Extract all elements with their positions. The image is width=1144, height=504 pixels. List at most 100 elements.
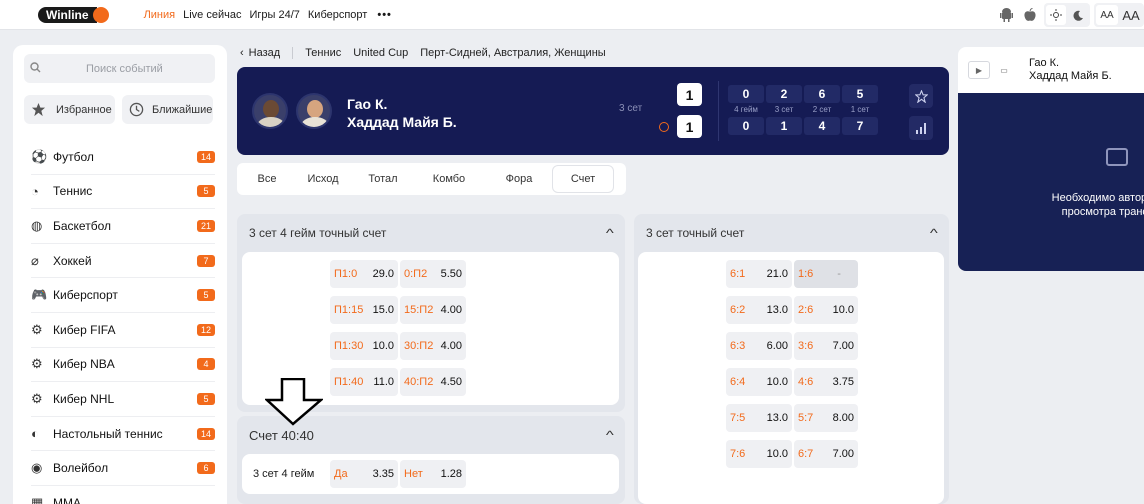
odd-button[interactable]: 2:6 10.0 — [794, 296, 858, 324]
market-title: 3 сет точный счет — [646, 226, 745, 240]
odd-label: 4:6 — [798, 376, 814, 388]
sport-item-table-tennis[interactable]: ◐ Настольный теннис 14 — [31, 417, 215, 452]
score-label-game: 4 гейм — [734, 105, 758, 114]
odd-button[interactable]: 5:7 8.00 — [794, 404, 858, 432]
sport-item-basketball[interactable]: ◍ Баскетбол 21 — [31, 209, 215, 244]
search-placeholder: Поиск событий — [86, 62, 163, 75]
tab-total[interactable]: Тотал — [353, 166, 413, 192]
favorite-star-icon[interactable] — [909, 84, 933, 108]
odd-value: 8.00 — [832, 412, 854, 424]
sport-name: Настольный теннис — [53, 426, 163, 441]
match-header: Гао К. Хаддад Майя Б. 3 сет 1 1 0 2 6 5 … — [237, 67, 949, 155]
divider — [292, 47, 294, 59]
odd-button[interactable]: П1:0 29.0 — [330, 260, 398, 288]
odd-button[interactable]: 6:7 7.00 — [794, 440, 858, 468]
nav-line[interactable]: Линия — [144, 9, 176, 21]
odd-value: 10.0 — [766, 376, 788, 388]
yes-odd-button[interactable]: Да 3.35 — [330, 460, 398, 488]
sport-name: Кибер NHL — [53, 391, 115, 406]
tab-score[interactable]: Счет — [553, 166, 613, 192]
light-theme-icon[interactable] — [1046, 5, 1066, 25]
odd-button[interactable]: П1:40 11.0 — [330, 368, 398, 396]
odd-button[interactable]: 6:1 21.0 — [726, 260, 792, 288]
odd-button[interactable]: 30:П2 4.00 — [400, 332, 466, 360]
scoreboard-icon[interactable]: ▭ — [993, 61, 1015, 79]
serving-ball-icon — [659, 122, 669, 132]
score-label-set3: 3 сет — [774, 105, 794, 114]
tab-handicap[interactable]: Фора — [485, 166, 553, 192]
sport-item-mma[interactable]: ▦ ММА — [31, 486, 215, 504]
auth-required-message: Необходимо авторизо просмотра трансл — [1051, 192, 1144, 218]
cyber-fifa-icon: ⚙ — [31, 321, 43, 337]
sport-item-football[interactable]: ⚽ Футбол 14 — [31, 140, 215, 175]
odd-button[interactable]: 3:6 7.00 — [794, 332, 858, 360]
market-header[interactable]: 3 сет 4 гейм точный счет ^ — [237, 214, 625, 252]
odd-label: Нет — [404, 468, 423, 480]
winline-logo[interactable]: Winline — [38, 6, 109, 23]
video-icon[interactable]: ▶ — [968, 61, 990, 79]
odd-button[interactable]: 4:6 3.75 — [794, 368, 858, 396]
search-input[interactable]: Поиск событий — [24, 54, 215, 83]
chevron-left-icon: ‹ — [240, 47, 244, 59]
breadcrumb-tournament[interactable]: United Cup — [353, 47, 408, 59]
odd-label: 1:6 — [798, 268, 814, 280]
more-menu-button[interactable]: ••• — [377, 9, 392, 21]
odd-button[interactable]: 6:4 10.0 — [726, 368, 792, 396]
upcoming-button[interactable]: Ближайшие — [122, 95, 213, 124]
sport-item-tennis[interactable]: ◔ Теннис 5 — [31, 175, 215, 210]
odd-label: 6:4 — [730, 376, 746, 388]
odd-button[interactable]: 7:6 10.0 — [726, 440, 792, 468]
table-tennis-icon: ◐ — [31, 426, 39, 442]
sport-count-badge: 12 — [197, 323, 215, 336]
nav-live[interactable]: Live сейчас — [183, 9, 241, 21]
android-icon[interactable] — [996, 5, 1016, 25]
odd-button[interactable]: 7:5 13.0 — [726, 404, 792, 432]
chevron-up-icon[interactable]: ^ — [930, 226, 938, 240]
sport-item-esports[interactable]: 🎮 Киберспорт 5 — [31, 278, 215, 313]
tab-outcome[interactable]: Исход — [293, 166, 353, 192]
tv-play-icon — [1106, 148, 1128, 166]
score-label-set2: 2 сет — [812, 105, 832, 114]
font-small-button[interactable]: AA — [1096, 5, 1118, 25]
odd-value: 10.0 — [372, 340, 394, 352]
odd-label: 7:5 — [730, 412, 746, 424]
chevron-up-icon[interactable]: ^ — [606, 428, 614, 442]
breadcrumb-sport[interactable]: Теннис — [305, 47, 341, 59]
font-big-button[interactable]: AA — [1120, 5, 1142, 25]
odd-button[interactable]: 40:П2 4.50 — [400, 368, 466, 396]
stats-icon[interactable] — [909, 116, 933, 140]
sport-item-cyber-nba[interactable]: ⚙ Кибер NBA 4 — [31, 348, 215, 383]
odd-button[interactable]: 15:П2 4.00 — [400, 296, 466, 324]
tab-all[interactable]: Все — [241, 166, 293, 192]
apple-icon[interactable] — [1020, 5, 1040, 25]
breadcrumb-event[interactable]: Перт-Сидней, Австралия, Женщины — [420, 47, 605, 59]
dark-theme-icon[interactable] — [1068, 5, 1088, 25]
tab-combo[interactable]: Комбо — [413, 166, 485, 192]
nav-games[interactable]: Игры 24/7 — [249, 9, 299, 21]
odd-value: 1.28 — [440, 468, 462, 480]
sport-item-cyber-nhl[interactable]: ⚙ Кибер NHL 5 — [31, 382, 215, 417]
nav-esports[interactable]: Киберспорт — [308, 9, 367, 21]
no-odd-button[interactable]: Нет 1.28 — [400, 460, 466, 488]
video-player[interactable]: Необходимо авторизо просмотра трансл — [958, 93, 1144, 271]
stream-player1: Гао К. — [1029, 57, 1060, 69]
odd-value: 3.35 — [372, 468, 394, 480]
market-header[interactable]: 3 сет точный счет ^ — [634, 214, 949, 252]
stream-header: ▶ ▭ Гао К. Хаддад Майя Б. — [958, 47, 1144, 93]
chevron-up-icon[interactable]: ^ — [606, 226, 614, 240]
back-button[interactable]: ‹ Назад — [240, 47, 280, 59]
odd-label: 15:П2 — [404, 304, 434, 316]
odd-label: 3:6 — [798, 340, 814, 352]
odd-button[interactable]: П1:15 15.0 — [330, 296, 398, 324]
sport-name: Киберспорт — [53, 288, 118, 303]
sport-count-badge: 5 — [197, 392, 215, 405]
sport-item-cyber-fifa[interactable]: ⚙ Кибер FIFA 12 — [31, 313, 215, 348]
sport-item-hockey[interactable]: ⌀ Хоккей 7 — [31, 244, 215, 279]
main-nav: Линия Live сейчас Игры 24/7 Киберспорт — [144, 9, 368, 21]
odd-button[interactable]: 6:3 6.00 — [726, 332, 792, 360]
odd-button[interactable]: 0:П2 5.50 — [400, 260, 466, 288]
odd-button[interactable]: П1:30 10.0 — [330, 332, 398, 360]
favorites-button[interactable]: Избранное — [24, 95, 115, 124]
odd-button[interactable]: 6:2 13.0 — [726, 296, 792, 324]
sport-item-volleyball[interactable]: ◉ Волейбол 6 — [31, 451, 215, 486]
